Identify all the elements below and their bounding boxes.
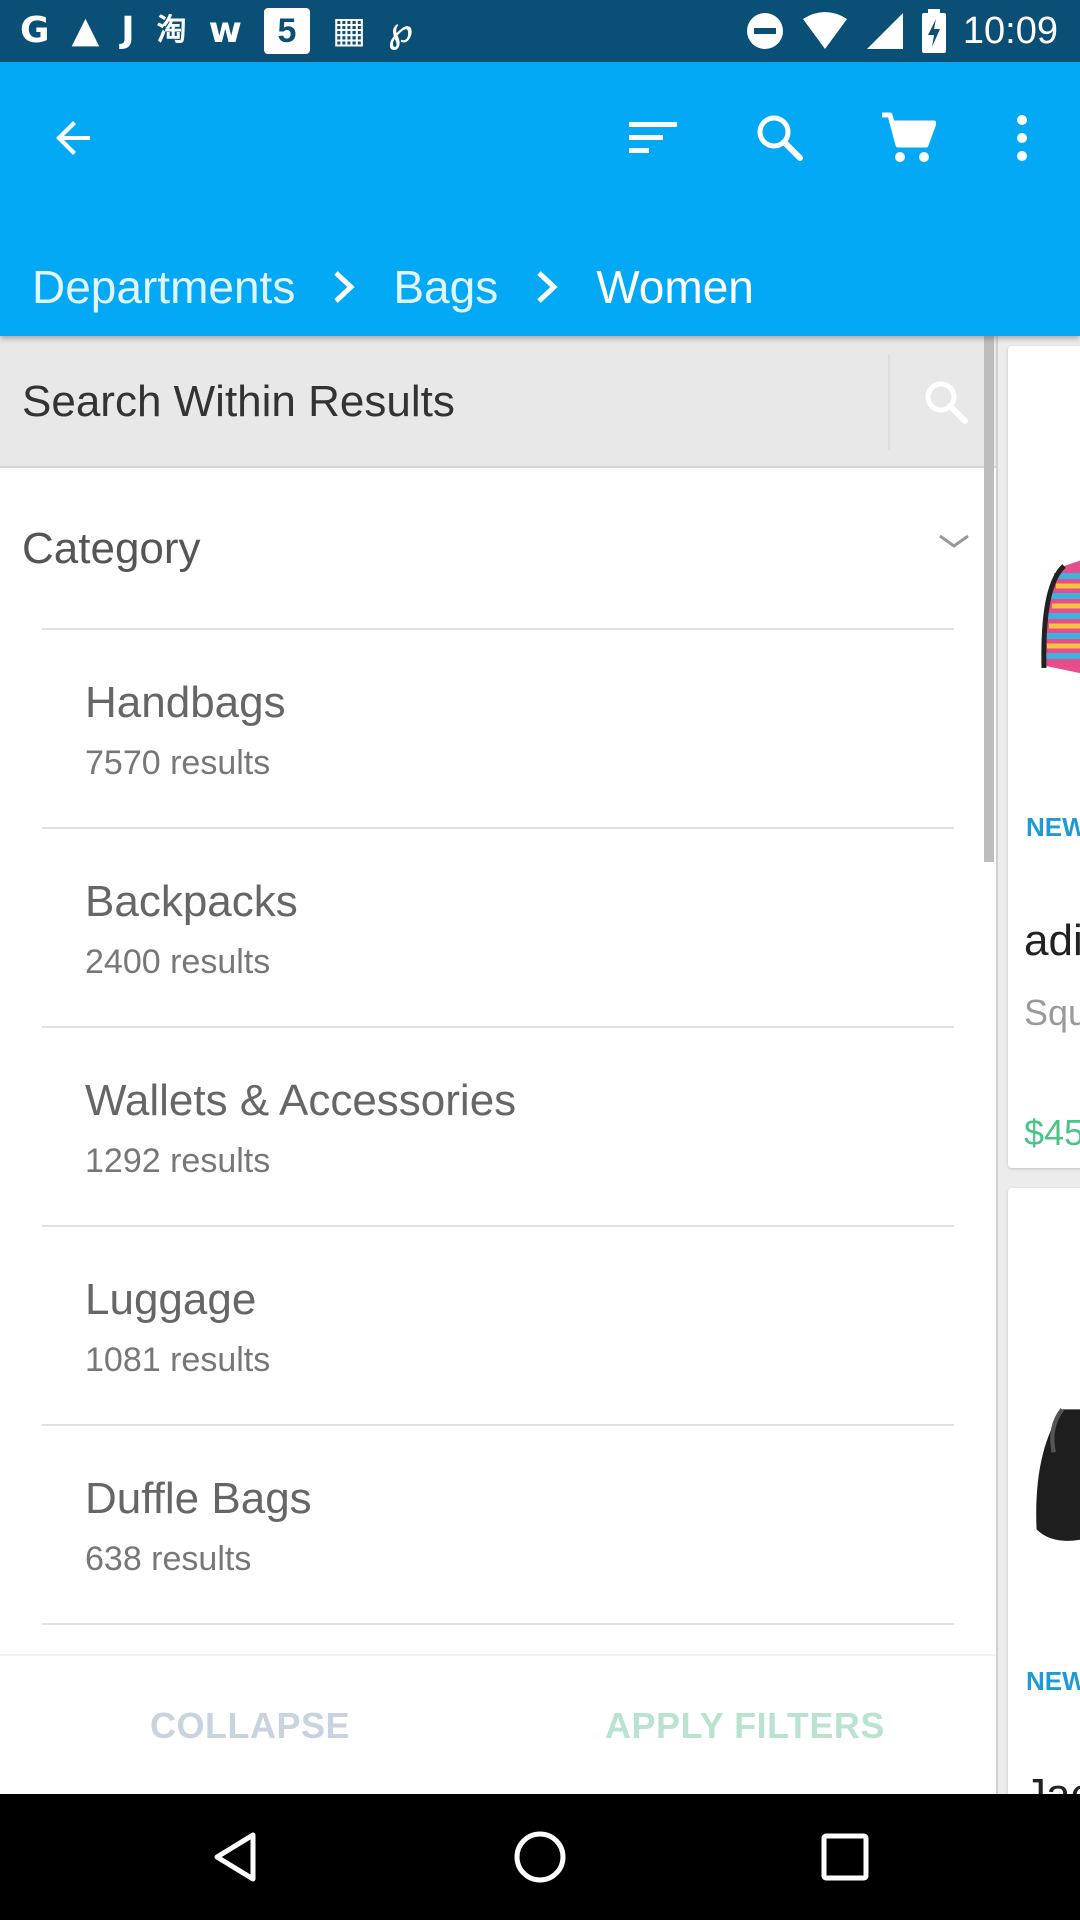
category-title: Category (22, 524, 201, 573)
triangle-back-icon (214, 1832, 256, 1882)
more-vert-icon (1017, 115, 1027, 161)
filter-panel: Category Handbags 7570 results Backpacks… (0, 336, 996, 1794)
filter-actions: COLLAPSE APPLY FILTERS (0, 1654, 996, 1794)
divider (42, 1623, 954, 1625)
category-name: Luggage (85, 1275, 257, 1324)
product-list[interactable]: NEW adi Squ $45 NEW Jac (996, 336, 1080, 1794)
signal-icon (866, 13, 903, 49)
category-item-luggage[interactable]: Luggage 1081 results (0, 1225, 996, 1424)
search-button[interactable] (744, 102, 816, 174)
chevron-right-icon (536, 270, 558, 304)
nav-back-button[interactable] (190, 1812, 280, 1902)
circle-home-icon (514, 1831, 566, 1883)
category-count: 2400 results (85, 943, 271, 981)
chevron-right-icon (333, 270, 356, 304)
taobao-icon: 淘 (156, 13, 187, 48)
google-icon: G (20, 10, 50, 51)
product-subtitle: Squ (1024, 992, 1080, 1033)
category-list: Handbags 7570 results Backpacks 2400 res… (0, 628, 996, 1625)
breadcrumb: Departments Bags Women (32, 242, 754, 332)
link-app-icon: ℘ (387, 10, 414, 51)
product-title: adi (1024, 916, 1080, 965)
new-badge: NEW (1026, 1666, 1080, 1696)
breadcrumb-bags[interactable]: Bags (393, 260, 498, 314)
sort-button[interactable] (617, 102, 689, 174)
category-item-wallets-accessories[interactable]: Wallets & Accessories 1292 results (0, 1026, 996, 1225)
category-name: Handbags (85, 678, 286, 727)
product-title: Jac (1024, 1770, 1080, 1794)
category-name: Wallets & Accessories (85, 1076, 517, 1125)
divider (888, 354, 890, 450)
backpack-image (1041, 560, 1080, 674)
bag-image (1036, 1408, 1080, 1541)
category-count: 638 results (85, 1540, 252, 1578)
search-within-results (0, 336, 996, 468)
new-badge: NEW (1026, 812, 1080, 842)
grid-app-icon: ▦ (331, 10, 366, 51)
breadcrumb-departments[interactable]: Departments (32, 260, 295, 314)
nav-recents-button[interactable] (800, 1812, 890, 1902)
back-button[interactable] (38, 102, 110, 174)
do-not-disturb-icon (746, 13, 783, 49)
category-item-duffle-bags[interactable]: Duffle Bags 638 results (0, 1424, 996, 1623)
apply-filters-button[interactable]: APPLY FILTERS (570, 1656, 920, 1796)
square-recents-icon (821, 1833, 869, 1881)
category-header[interactable]: Category (0, 468, 996, 628)
category-count: 1081 results (85, 1341, 271, 1379)
category-name: Duffle Bags (85, 1474, 312, 1523)
product-card[interactable]: NEW adi Squ $45 (1008, 346, 1080, 1168)
status-bar: G ▲ J 淘 w 5 ▦ ℘ 10:09 (0, 0, 1080, 62)
chevron-down-icon[interactable] (934, 526, 974, 556)
clock: 10:09 (962, 10, 1058, 52)
category-count: 1292 results (85, 1142, 271, 1180)
cart-icon (882, 112, 936, 162)
drive-icon: ▲ (71, 10, 100, 51)
search-within-input[interactable] (22, 336, 882, 468)
product-price: $45 (1024, 1112, 1080, 1153)
product-card[interactable]: NEW Jac (1008, 1188, 1080, 1794)
search-within-button[interactable] (910, 366, 982, 438)
scrollbar[interactable] (984, 336, 994, 862)
search-icon (925, 381, 968, 424)
more-options-button[interactable] (986, 102, 1058, 174)
sort-icon (629, 122, 677, 153)
search-icon (757, 115, 803, 161)
battery-icon (921, 9, 946, 53)
navigation-bar (0, 1794, 1080, 1920)
wifi-icon (802, 12, 847, 49)
wish-icon: w (208, 10, 242, 51)
category-item-backpacks[interactable]: Backpacks 2400 results (0, 827, 996, 1026)
back-arrow-icon (56, 121, 90, 155)
cart-button[interactable] (872, 102, 944, 174)
category-item-handbags[interactable]: Handbags 7570 results (0, 628, 996, 827)
nav-home-button[interactable] (495, 1812, 585, 1902)
category-count: 7570 results (85, 744, 271, 782)
j-app-icon: J (121, 10, 135, 51)
collapse-button[interactable]: COLLAPSE (80, 1656, 420, 1796)
app-bar: Departments Bags Women (0, 62, 1080, 336)
category-name: Backpacks (85, 877, 298, 926)
system-icons: 10:09 (745, 8, 1058, 54)
breadcrumb-women: Women (596, 261, 754, 313)
notification-icons: G ▲ J 淘 w 5 ▦ ℘ (20, 8, 413, 54)
five-app-icon: 5 (263, 8, 310, 54)
